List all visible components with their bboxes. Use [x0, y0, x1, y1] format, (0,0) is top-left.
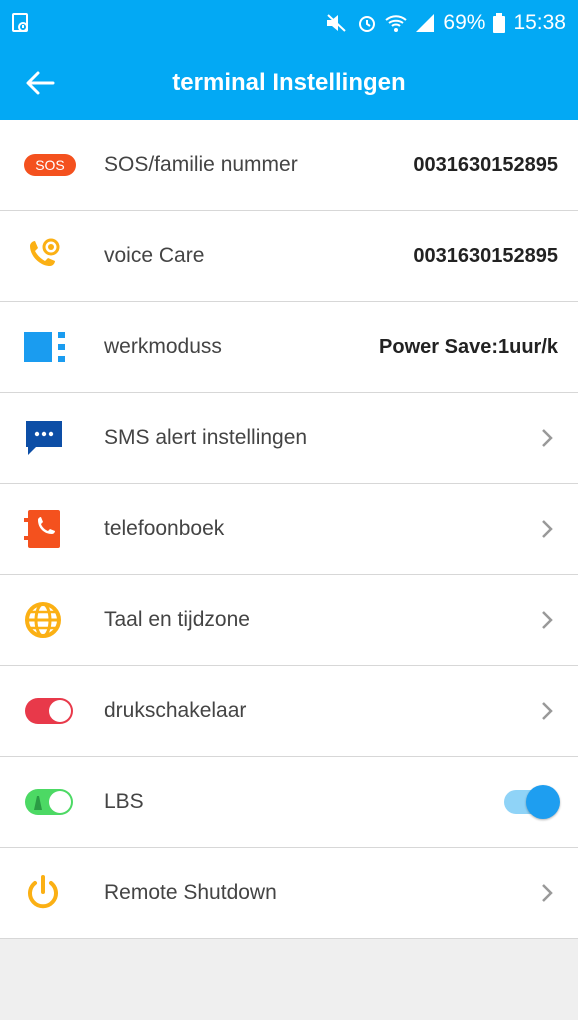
switch-icon: [24, 697, 82, 725]
setting-remote-shutdown[interactable]: Remote Shutdown: [0, 848, 578, 939]
setting-voice-care[interactable]: voice Care 0031630152895: [0, 211, 578, 302]
setting-label: LBS: [104, 790, 144, 813]
sos-icon: SOS: [24, 154, 82, 176]
lbs-toggle[interactable]: [504, 785, 560, 819]
setting-value: Power Save:1uur/k: [379, 335, 558, 358]
globe-icon: [24, 601, 82, 639]
chevron-right-icon: [536, 700, 558, 722]
power-icon: [24, 874, 82, 912]
setting-lbs: LBS: [0, 757, 578, 848]
page-title: terminal Instellingen: [172, 69, 406, 96]
toggle-knob: [526, 785, 560, 819]
settings-list: SOS SOS/familie nummer 0031630152895 voi…: [0, 120, 578, 939]
battery-icon: [493, 13, 506, 33]
chevron-right-icon: [536, 609, 558, 631]
sms-icon: [24, 419, 82, 457]
voice-care-icon: [24, 236, 82, 276]
status-bar: 69% 15:38: [0, 0, 578, 46]
setting-phonebook[interactable]: telefoonboek: [0, 484, 578, 575]
setting-work-mode[interactable]: werkmoduss Power Save:1uur/k: [0, 302, 578, 393]
setting-sos-number[interactable]: SOS SOS/familie nummer 0031630152895: [0, 120, 578, 211]
wifi-icon: [385, 13, 408, 33]
setting-label: drukschakelaar: [104, 699, 247, 722]
work-mode-icon: [24, 330, 82, 364]
app-bar: terminal Instellingen: [0, 46, 578, 120]
setting-push-switch[interactable]: drukschakelaar: [0, 666, 578, 757]
battery-percent: 69%: [443, 11, 486, 34]
alarm-icon: [357, 13, 377, 33]
chevron-right-icon: [536, 518, 558, 540]
setting-label: SOS/familie nummer: [104, 153, 298, 176]
signal-icon: [415, 13, 435, 33]
setting-label: telefoonboek: [104, 517, 225, 540]
setting-label: Remote Shutdown: [104, 881, 277, 904]
setting-value: 0031630152895: [413, 244, 558, 267]
setting-language-timezone[interactable]: Taal en tijdzone: [0, 575, 578, 666]
chevron-right-icon: [536, 427, 558, 449]
mute-icon: [325, 13, 349, 33]
status-time: 15:38: [513, 11, 566, 34]
setting-value: 0031630152895: [413, 153, 558, 176]
chevron-right-icon: [536, 882, 558, 904]
svg-text:SOS: SOS: [35, 157, 65, 173]
setting-label: Taal en tijdzone: [104, 608, 250, 631]
phonebook-icon: [24, 510, 82, 548]
setting-sms-alert[interactable]: SMS alert instellingen: [0, 393, 578, 484]
screenshot-notification-icon: [12, 13, 30, 33]
setting-label: voice Care: [104, 244, 205, 267]
back-button[interactable]: [22, 66, 58, 100]
back-arrow-icon: [26, 71, 55, 95]
setting-label: SMS alert instellingen: [104, 426, 308, 449]
setting-label: werkmoduss: [104, 335, 222, 358]
lbs-icon: [24, 788, 82, 816]
